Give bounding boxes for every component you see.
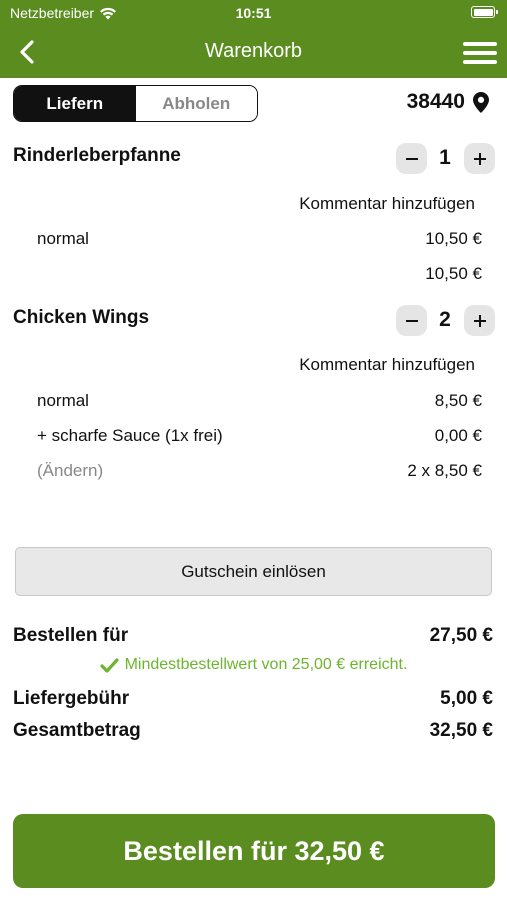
checkmark-icon <box>99 657 119 673</box>
increase-quantity-button[interactable] <box>464 143 495 174</box>
status-bar: Netzbetreiber 10:51 <box>0 0 507 26</box>
delivery-fee-row: Liefergebühr 5,00 € <box>13 688 493 710</box>
subtotal-row: Bestellen für 27,50 € <box>13 625 493 647</box>
option-price: 0,00 € <box>434 426 482 445</box>
cart-item-name: Rinderleberpfanne <box>13 145 181 166</box>
postcode-selector[interactable]: 38440 <box>407 90 489 114</box>
add-comment-link[interactable]: Kommentar hinzufügen <box>299 194 475 214</box>
postcode-value: 38440 <box>406 90 465 113</box>
cart-item-name: Chicken Wings <box>13 307 150 328</box>
minus-icon <box>405 319 418 322</box>
minimum-order-text: Mindestbestellwert von 25,00 € erreicht. <box>124 656 408 673</box>
plus-icon <box>473 314 486 327</box>
delivery-fee-label: Liefergebühr <box>13 688 130 709</box>
option-label: normal <box>37 391 89 410</box>
hamburger-icon-bar <box>463 42 497 46</box>
delivery-mode-toggle: Liefern Abholen <box>13 85 258 122</box>
battery-icon <box>471 6 498 18</box>
redeem-coupon-button[interactable]: Gutschein einlösen <box>15 547 492 596</box>
grand-total-label: Gesamtbetrag <box>13 720 141 741</box>
item-total: 10,50 € <box>425 264 482 283</box>
navigation-bar: Warenkorb <box>0 26 507 78</box>
hamburger-icon-bar <box>463 60 497 64</box>
subtotal-value: 27,50 € <box>429 625 493 646</box>
clock: 10:51 <box>235 5 272 21</box>
minimum-order-notice: Mindestbestellwert von 25,00 € erreicht. <box>0 656 507 674</box>
decrease-quantity-button[interactable] <box>396 305 427 336</box>
option-price: 10,50 € <box>425 229 482 248</box>
option-label: + scharfe Sauce (1x frei) <box>37 426 223 445</box>
quantity-value: 1 <box>439 146 451 169</box>
plus-icon <box>473 152 486 165</box>
item-option-row: normal 10,50 € <box>37 229 482 249</box>
change-options-link[interactable]: (Ändern) <box>37 461 103 481</box>
place-order-button[interactable]: Bestellen für 32,50 € <box>13 814 495 888</box>
option-price: 8,50 € <box>434 391 482 410</box>
decrease-quantity-button[interactable] <box>396 143 427 174</box>
subtotal-label: Bestellen für <box>13 625 129 646</box>
add-comment-link[interactable]: Kommentar hinzufügen <box>299 355 475 375</box>
item-option-row: + scharfe Sauce (1x frei) 0,00 € <box>37 426 482 446</box>
delivery-fee-value: 5,00 € <box>440 688 493 709</box>
grand-total-value: 32,50 € <box>429 720 493 741</box>
quantity-value: 2 <box>439 308 451 331</box>
option-label: normal <box>37 229 89 248</box>
hamburger-icon-bar <box>463 51 497 55</box>
item-total: 2 x 8,50 € <box>407 461 482 480</box>
item-option-row: (Ändern) 2 x 8,50 € <box>37 461 482 481</box>
increase-quantity-button[interactable] <box>464 305 495 336</box>
item-option-row: normal 8,50 € <box>37 391 482 411</box>
minus-icon <box>405 157 418 160</box>
deliver-option[interactable]: Liefern <box>14 86 136 121</box>
grand-total-row: Gesamtbetrag 32,50 € <box>13 720 493 742</box>
pickup-option[interactable]: Abholen <box>135 86 257 121</box>
location-pin-icon <box>473 91 489 113</box>
menu-button[interactable] <box>463 38 497 66</box>
page-title: Warenkorb <box>204 40 303 62</box>
